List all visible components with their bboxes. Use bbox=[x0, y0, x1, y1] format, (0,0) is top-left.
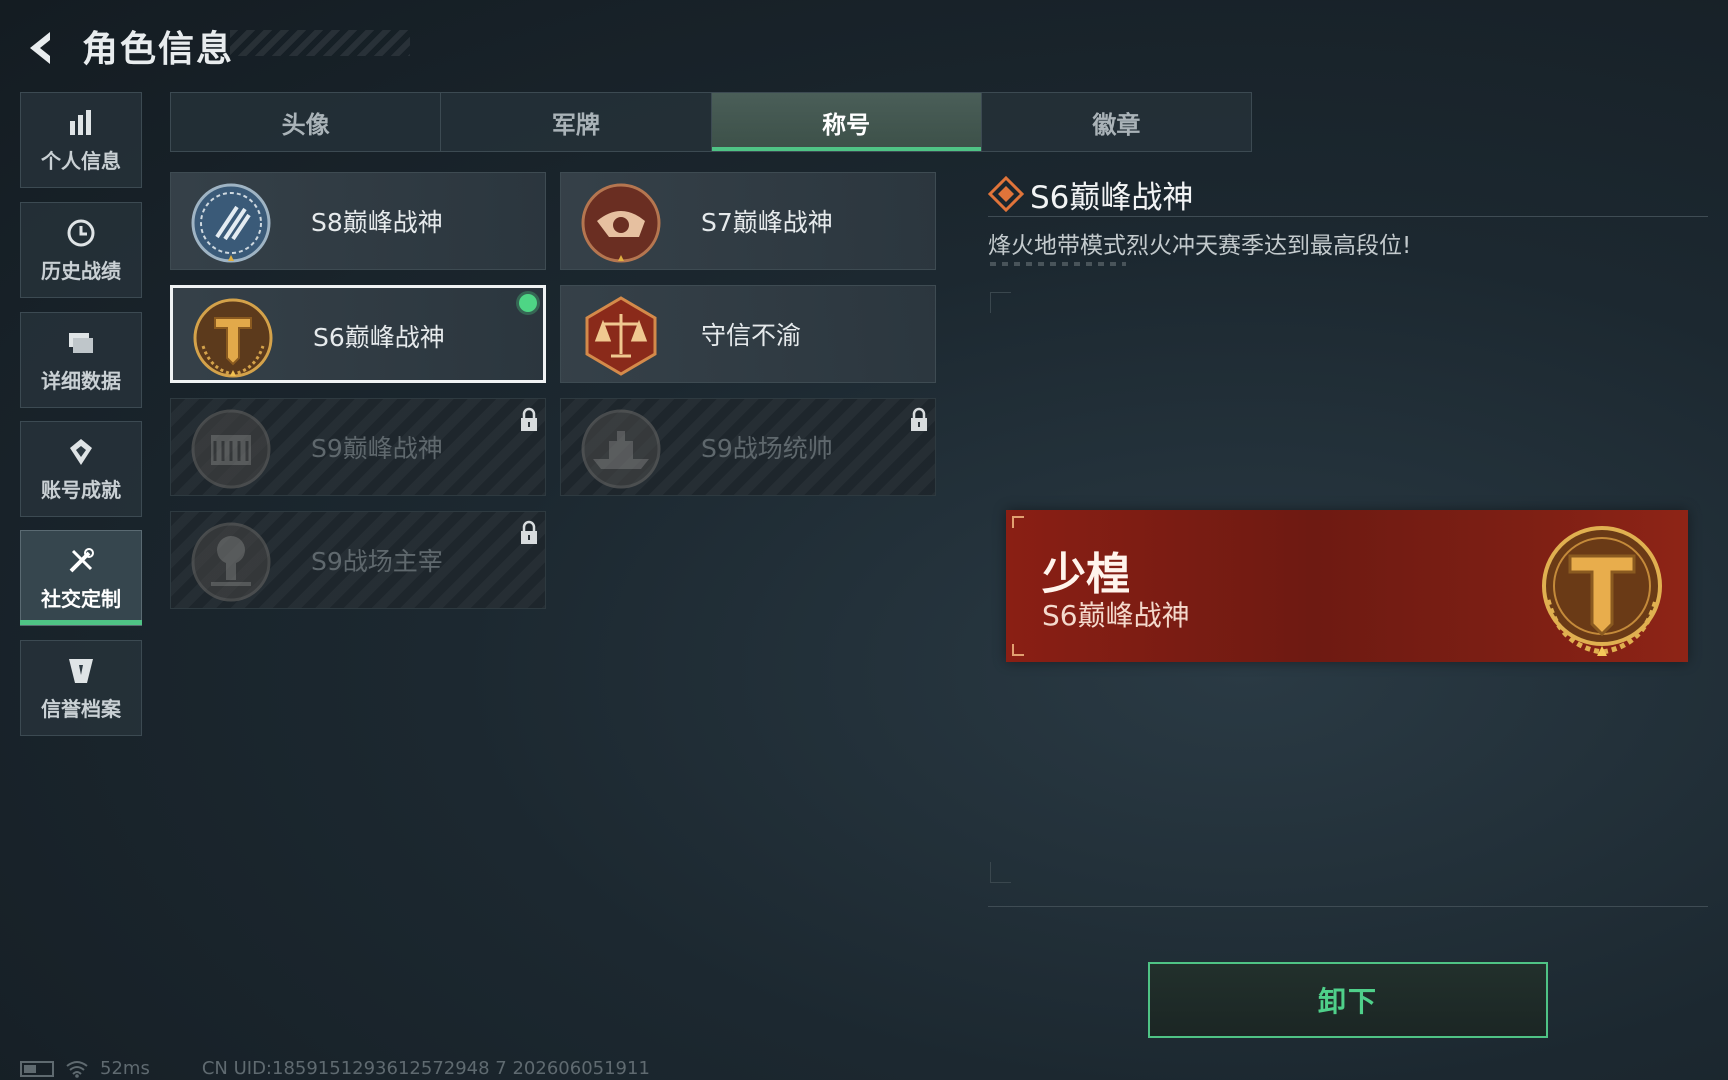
category-tabs: 头像 军牌 称号 徽章 bbox=[170, 92, 1252, 152]
tab-title[interactable]: 称号 bbox=[711, 93, 982, 151]
title-name: S9战场统帅 bbox=[701, 434, 833, 463]
credit-shield-icon bbox=[69, 658, 93, 683]
sidebar-item-social-custom[interactable]: 社交定制 bbox=[20, 530, 142, 626]
title-card-s9-commander[interactable]: S9战场统帅 bbox=[560, 398, 936, 496]
title-card-s9-dominator[interactable]: S9战场主宰 bbox=[170, 511, 546, 609]
s8-medal-icon bbox=[191, 183, 271, 263]
sidebar-item-credit-record[interactable]: 信誉档案 bbox=[20, 640, 142, 736]
sidebar-item-label: 个人信息 bbox=[41, 148, 121, 173]
title-decoration bbox=[230, 30, 410, 56]
s7-medal-icon bbox=[581, 183, 661, 263]
detail-description: 烽火地带模式烈火冲天赛季达到最高段位! bbox=[988, 233, 1412, 259]
decoration-dots bbox=[990, 262, 1126, 266]
title-preview-banner: 少楻 S6巅峰战神 bbox=[1006, 510, 1688, 662]
sidebar-item-label: 历史战绩 bbox=[41, 258, 121, 283]
ping-value: 52ms bbox=[100, 1058, 150, 1079]
wifi-icon bbox=[66, 1060, 88, 1078]
s9-building-medal-icon bbox=[191, 409, 271, 489]
tab-avatar[interactable]: 头像 bbox=[171, 93, 442, 151]
detail-title: S6巅峰战神 bbox=[1030, 180, 1194, 216]
title-card-s9-peak[interactable]: S9巅峰战神 bbox=[170, 398, 546, 496]
sidebar-item-history[interactable]: 历史战绩 bbox=[20, 202, 142, 298]
tab-badge[interactable]: 徽章 bbox=[982, 93, 1251, 151]
s9-ship-medal-icon bbox=[581, 409, 661, 489]
title-name: S6巅峰战神 bbox=[313, 323, 445, 352]
tools-icon bbox=[69, 547, 94, 572]
s9-explosion-medal-icon bbox=[191, 522, 271, 602]
achievement-icon bbox=[70, 438, 92, 465]
lock-icon bbox=[911, 407, 927, 431]
folder-icon bbox=[69, 332, 93, 353]
title-name: S8巅峰战神 bbox=[311, 208, 443, 237]
frame-corner bbox=[990, 292, 1011, 313]
sidebar-item-detailed-data[interactable]: 详细数据 bbox=[20, 312, 142, 408]
battery-icon bbox=[20, 1060, 54, 1077]
banner-title: S6巅峰战神 bbox=[1042, 599, 1190, 632]
title-name: S9战场主宰 bbox=[311, 547, 443, 576]
history-clock-icon bbox=[67, 219, 95, 246]
title-card-s7[interactable]: S7巅峰战神 bbox=[560, 172, 936, 270]
divider bbox=[988, 216, 1708, 217]
sidebar-item-achievements[interactable]: 账号成就 bbox=[20, 421, 142, 517]
sidebar-item-label: 账号成就 bbox=[41, 477, 121, 502]
equipped-indicator bbox=[519, 294, 537, 312]
sidebar-item-label: 详细数据 bbox=[41, 368, 121, 393]
title-card-s6[interactable]: S6巅峰战神 bbox=[170, 285, 546, 383]
player-name: 少楻 bbox=[1042, 549, 1130, 600]
scales-medal-icon bbox=[585, 296, 657, 376]
title-diamond-icon bbox=[988, 176, 1024, 212]
lock-icon bbox=[521, 407, 537, 431]
divider bbox=[988, 906, 1708, 907]
unequip-button[interactable]: 卸下 bbox=[1148, 962, 1548, 1038]
title-name: S7巅峰战神 bbox=[701, 208, 833, 237]
sidebar-item-label: 信誉档案 bbox=[41, 696, 121, 721]
uid-text: CN UID:1859151293612572948 7 20260605191… bbox=[201, 1058, 650, 1079]
title-name: 守信不渝 bbox=[701, 321, 802, 350]
frame-corner bbox=[990, 862, 1011, 883]
sidebar-item-personal-info[interactable]: 个人信息 bbox=[20, 92, 142, 188]
lock-icon bbox=[521, 520, 537, 544]
bar-chart-icon bbox=[70, 109, 91, 135]
sidebar-active-indicator bbox=[20, 620, 142, 625]
title-card-s8[interactable]: S8巅峰战神 bbox=[170, 172, 546, 270]
title-name: S9巅峰战神 bbox=[311, 434, 443, 463]
sidebar-item-label: 社交定制 bbox=[41, 586, 121, 611]
back-arrow-icon[interactable] bbox=[20, 26, 64, 70]
status-bar: 52ms CN UID:1859151293612572948 7 202606… bbox=[20, 1058, 650, 1079]
s6-medal-icon bbox=[193, 298, 273, 378]
page-title: 角色信息 bbox=[82, 29, 235, 70]
title-card-trustworthy[interactable]: 守信不渝 bbox=[560, 285, 936, 383]
tab-dog-tag[interactable]: 军牌 bbox=[441, 93, 712, 151]
s6-medal-icon bbox=[1542, 526, 1662, 656]
